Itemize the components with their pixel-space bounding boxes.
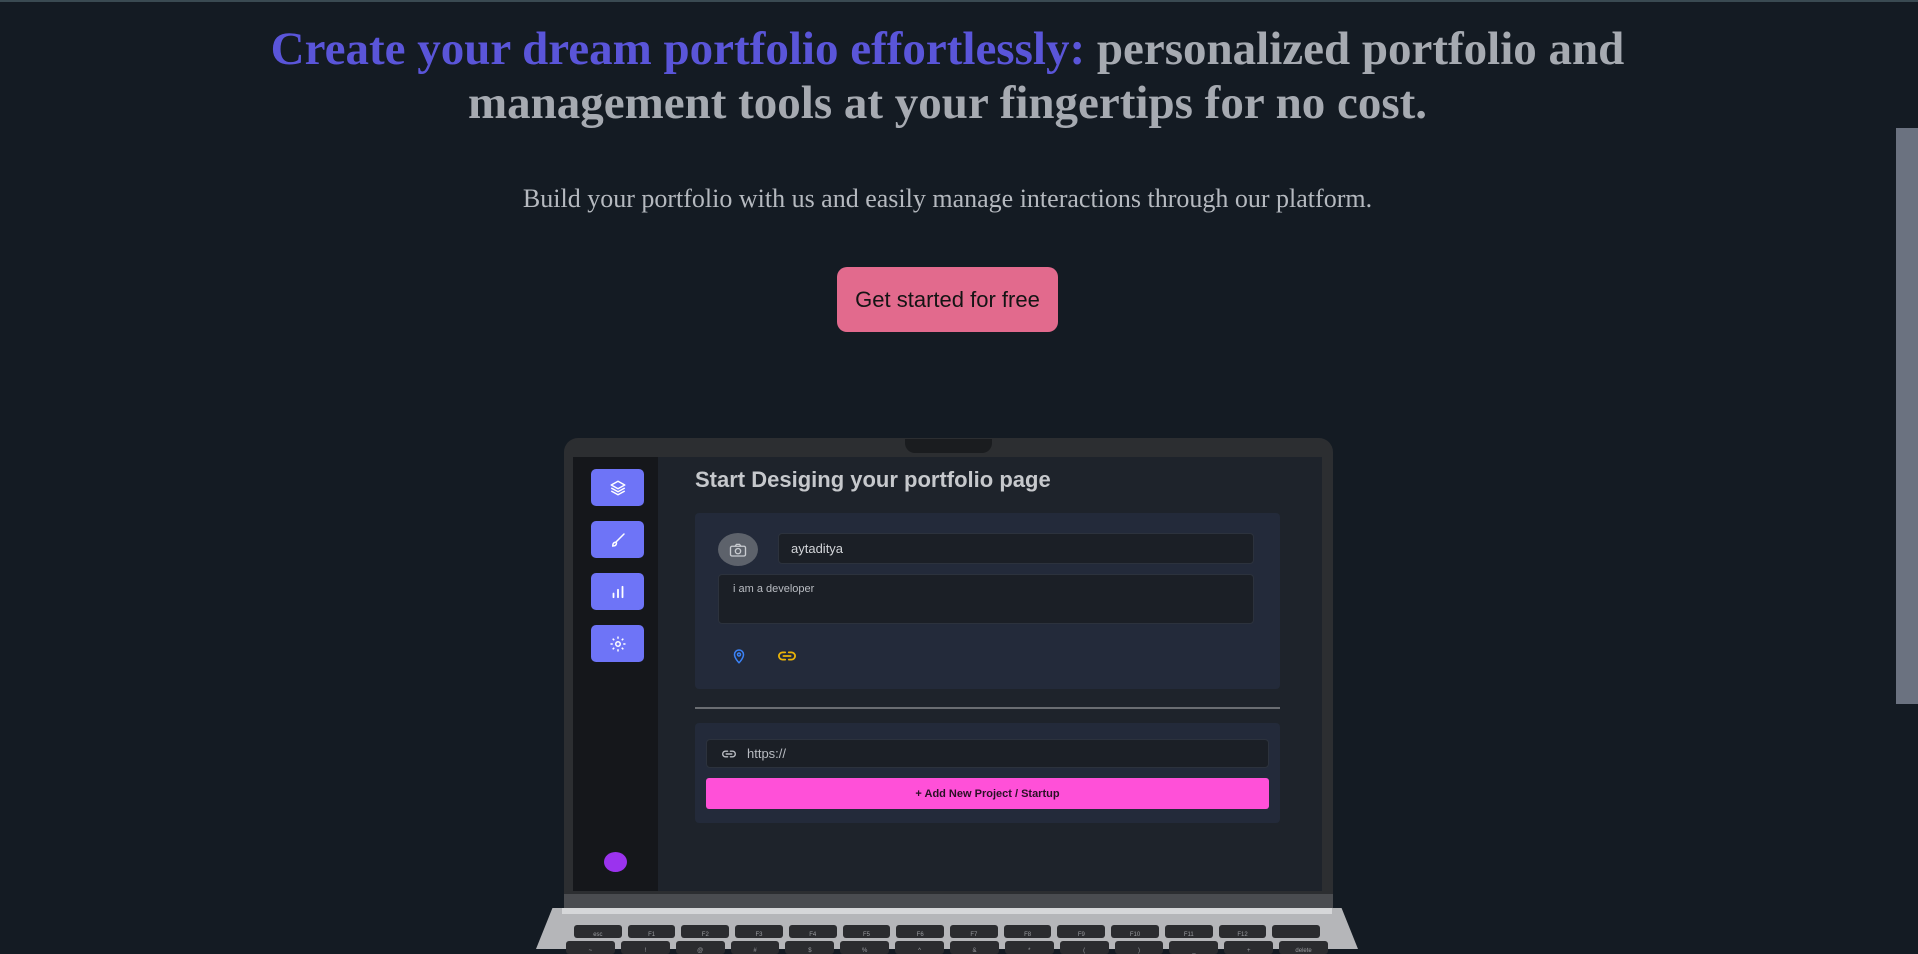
scrollbar-thumb[interactable] <box>1896 128 1918 704</box>
get-started-button[interactable]: Get started for free <box>837 267 1058 332</box>
profile-card: aytaditya i am a developer <box>695 513 1280 689</box>
keyboard-key: # <box>730 941 780 954</box>
keyboard-key: F12 <box>1218 925 1267 938</box>
keyboard-key: ^ <box>895 941 945 954</box>
hero-title-accent: Create your dream portfolio effortlessly… <box>270 23 1086 75</box>
keyboard-key: F8 <box>1003 925 1052 938</box>
top-border <box>0 0 1918 2</box>
location-pin-icon[interactable] <box>730 647 748 665</box>
mockup-heading: Start Desiging your portfolio page <box>695 467 1051 492</box>
link-icon <box>722 750 736 757</box>
keyboard-key: & <box>950 941 999 954</box>
keyboard-key: ) <box>1114 941 1164 954</box>
keyboard-key: delete <box>1279 941 1329 954</box>
keyboard-key: F11 <box>1164 925 1213 938</box>
bar-chart-icon[interactable] <box>591 573 644 610</box>
bio-textarea[interactable]: i am a developer <box>718 574 1254 624</box>
keyboard-key <box>1272 925 1321 938</box>
brush-icon[interactable] <box>591 521 644 558</box>
keyboard-key: esc <box>574 925 622 938</box>
app-sidebar <box>573 457 658 891</box>
keyboard-key: F5 <box>842 925 891 938</box>
keyboard-key: F1 <box>627 925 676 938</box>
url-input[interactable]: https:// <box>706 739 1269 768</box>
avatar[interactable] <box>604 852 627 872</box>
keyboard-key: % <box>840 941 890 954</box>
name-input[interactable]: aytaditya <box>778 533 1254 564</box>
keyboard-row-function: esc F1 F2 F3 F4 F5 F6 F7 F8 F9 F10 F11 F12 <box>574 925 1321 938</box>
keyboard-key: ~ <box>566 941 615 954</box>
keyboard-key: F7 <box>950 925 998 938</box>
keyboard-key: + <box>1224 941 1274 954</box>
settings-icon[interactable] <box>591 625 644 662</box>
project-card: https:// + Add New Project / Startup <box>695 723 1280 823</box>
add-project-button[interactable]: + Add New Project / Startup <box>706 778 1269 809</box>
hero-subtitle: Build your portfolio with us and easily … <box>522 184 1373 213</box>
link-icon[interactable] <box>776 647 798 665</box>
keyboard-key: _ <box>1169 941 1219 954</box>
laptop-bezel <box>564 894 1333 908</box>
layers-icon[interactable] <box>591 469 644 506</box>
keyboard-key: @ <box>675 941 725 954</box>
keyboard-key: F9 <box>1057 925 1106 938</box>
keyboard-key: F4 <box>788 925 837 938</box>
keyboard-key: $ <box>785 941 835 954</box>
laptop-hinge <box>562 908 1332 914</box>
keyboard-key: F3 <box>735 925 783 938</box>
keyboard-row-number: ~! @ # $% ^ & * () _ + delete <box>566 941 1329 954</box>
url-placeholder: https:// <box>747 746 787 761</box>
keyboard-key: F6 <box>896 925 945 938</box>
keyboard-key: ! <box>620 941 670 954</box>
keyboard-key: * <box>1004 941 1054 954</box>
laptop-notch <box>905 439 992 453</box>
camera-icon[interactable] <box>718 533 758 566</box>
divider <box>695 707 1280 709</box>
laptop-screen: Start Desiging your portfolio page aytad… <box>573 457 1322 891</box>
keyboard-key: ( <box>1059 941 1109 954</box>
keyboard-key: F10 <box>1111 925 1159 938</box>
keyboard-key: F2 <box>681 925 730 938</box>
hero-title: Create your dream portfolio effortlessly… <box>250 22 1645 130</box>
